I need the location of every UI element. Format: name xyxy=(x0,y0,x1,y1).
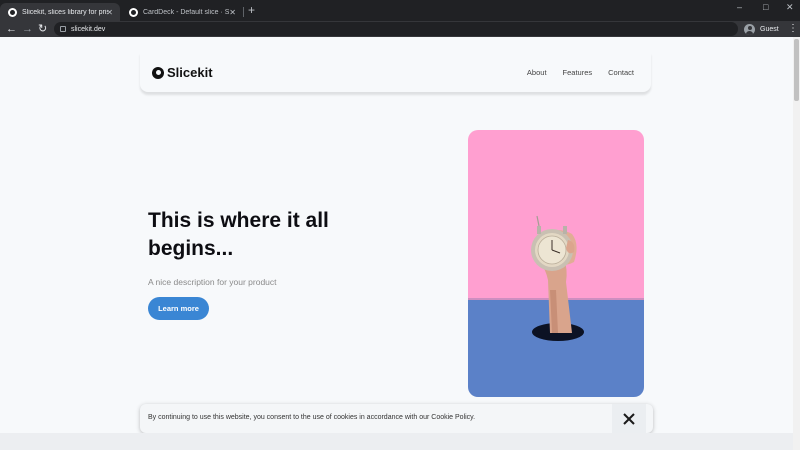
tab-slicekit[interactable]: Slicekit, slices library for prismic ✕ xyxy=(0,3,120,21)
storybook-favicon-icon xyxy=(129,7,138,17)
cookie-consent-text: By continuing to use this website, you c… xyxy=(148,414,476,421)
tab-close-icon[interactable]: ✕ xyxy=(229,8,236,17)
profile-avatar-icon xyxy=(744,23,755,35)
cookie-close-button[interactable] xyxy=(612,404,646,433)
page-viewport: Slicekit About Features Contact This is … xyxy=(0,37,793,450)
url-text: slicekit.dev xyxy=(71,25,106,33)
profile-label: Guest xyxy=(760,25,779,33)
profile-button[interactable]: Guest xyxy=(744,22,779,36)
tab-title: CardDeck - Default slice · Storyb xyxy=(143,8,229,16)
nav-link-contact[interactable]: Contact xyxy=(608,68,634,77)
new-tab-icon[interactable]: + xyxy=(248,4,255,16)
hero-description: A nice description for your product xyxy=(148,277,277,287)
logo-text: Slicekit xyxy=(167,65,213,80)
tab-title: Slicekit, slices library for prismic xyxy=(22,8,108,16)
scrollbar-thumb[interactable] xyxy=(794,39,799,101)
site-header: Slicekit About Features Contact xyxy=(140,52,651,92)
close-icon xyxy=(623,412,635,425)
forward-icon[interactable]: → xyxy=(22,22,33,36)
minimize-icon[interactable]: – xyxy=(737,2,742,12)
address-bar[interactable]: slicekit.dev xyxy=(54,22,738,36)
lock-icon xyxy=(60,26,66,32)
tab-divider xyxy=(243,7,244,17)
nav-link-about[interactable]: About xyxy=(527,68,547,77)
cookie-banner: By continuing to use this website, you c… xyxy=(140,404,653,433)
browser-menu-icon[interactable]: ⋮ xyxy=(788,23,798,35)
browser-tab-bar: Slicekit, slices library for prismic ✕ C… xyxy=(0,0,800,21)
site-logo[interactable]: Slicekit xyxy=(152,65,213,80)
next-section-edge xyxy=(0,433,793,450)
nav-link-features[interactable]: Features xyxy=(563,68,593,77)
reload-icon[interactable]: ↻ xyxy=(38,22,47,36)
tab-close-icon[interactable]: ✕ xyxy=(106,8,113,17)
browser-toolbar: ← → ↻ slicekit.dev Guest ⋮ xyxy=(0,21,800,37)
page-scrollbar[interactable] xyxy=(793,37,800,450)
hand-holding-clock-illustration xyxy=(468,130,644,397)
window-close-icon[interactable]: ✕ xyxy=(786,2,794,13)
learn-more-button[interactable]: Learn more xyxy=(148,297,209,320)
hero-title: This is where it all begins... xyxy=(148,209,329,260)
maximize-icon[interactable]: □ xyxy=(763,2,768,12)
main-nav: About Features Contact xyxy=(527,68,634,77)
tab-carddeck[interactable]: CardDeck - Default slice · Storyb ✕ xyxy=(121,3,243,21)
slicekit-logo-icon xyxy=(152,66,164,79)
slicekit-favicon-icon xyxy=(8,7,17,17)
back-icon[interactable]: ← xyxy=(6,22,17,36)
hero-image xyxy=(468,130,644,397)
